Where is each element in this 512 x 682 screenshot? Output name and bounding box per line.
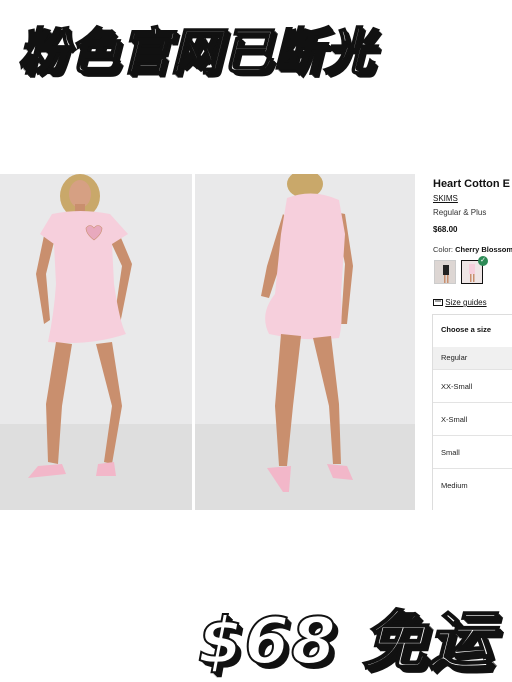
size-option-label: Small bbox=[441, 448, 460, 457]
size-group-header: Regular bbox=[433, 347, 512, 369]
fit-label: Regular & Plus bbox=[433, 208, 487, 217]
swatch-thumbnail bbox=[435, 261, 455, 283]
product-price: $68.00 bbox=[433, 225, 458, 234]
product-photo-back[interactable] bbox=[195, 174, 415, 510]
size-option-xx-small[interactable]: XX-Small bbox=[433, 369, 512, 403]
divider bbox=[416, 174, 425, 510]
model-back-illustration bbox=[195, 174, 415, 510]
color-value: Cherry Blossom bbox=[455, 245, 512, 254]
product-detail-panel: Heart Cotton E SKIMS Regular & Plus $68.… bbox=[425, 174, 512, 510]
size-group-label: Regular bbox=[441, 353, 468, 362]
size-option-medium[interactable]: Medium bbox=[433, 468, 512, 502]
size-option-label: XX-Small bbox=[441, 382, 473, 391]
size-guides-link[interactable]: Size guides bbox=[433, 298, 487, 307]
product-title: Heart Cotton E bbox=[433, 178, 510, 190]
price-promo: $68 免运 bbox=[197, 604, 494, 680]
model-front-illustration bbox=[0, 174, 192, 510]
size-guides-label: Size guides bbox=[445, 298, 487, 307]
size-option-label: X-Small bbox=[441, 415, 468, 424]
promo-title: 粉色官网已断光 bbox=[17, 22, 375, 82]
color-label-text: Color: bbox=[433, 245, 454, 254]
size-option-label: Medium bbox=[441, 481, 468, 490]
product-photo-front[interactable] bbox=[0, 174, 192, 510]
choose-size-heading: Choose a size bbox=[441, 325, 492, 334]
color-label: Color: Cherry Blossom bbox=[433, 245, 512, 254]
check-icon: ✓ bbox=[478, 256, 488, 266]
brand-link[interactable]: SKIMS bbox=[433, 194, 458, 203]
size-option-x-small[interactable]: X-Small bbox=[433, 402, 512, 436]
size-selector: Choose a size Regular XX-Small X-Small S… bbox=[432, 314, 512, 510]
size-option-small[interactable]: Small bbox=[433, 435, 512, 469]
ruler-icon bbox=[433, 299, 443, 307]
color-swatch-black[interactable] bbox=[434, 260, 456, 284]
